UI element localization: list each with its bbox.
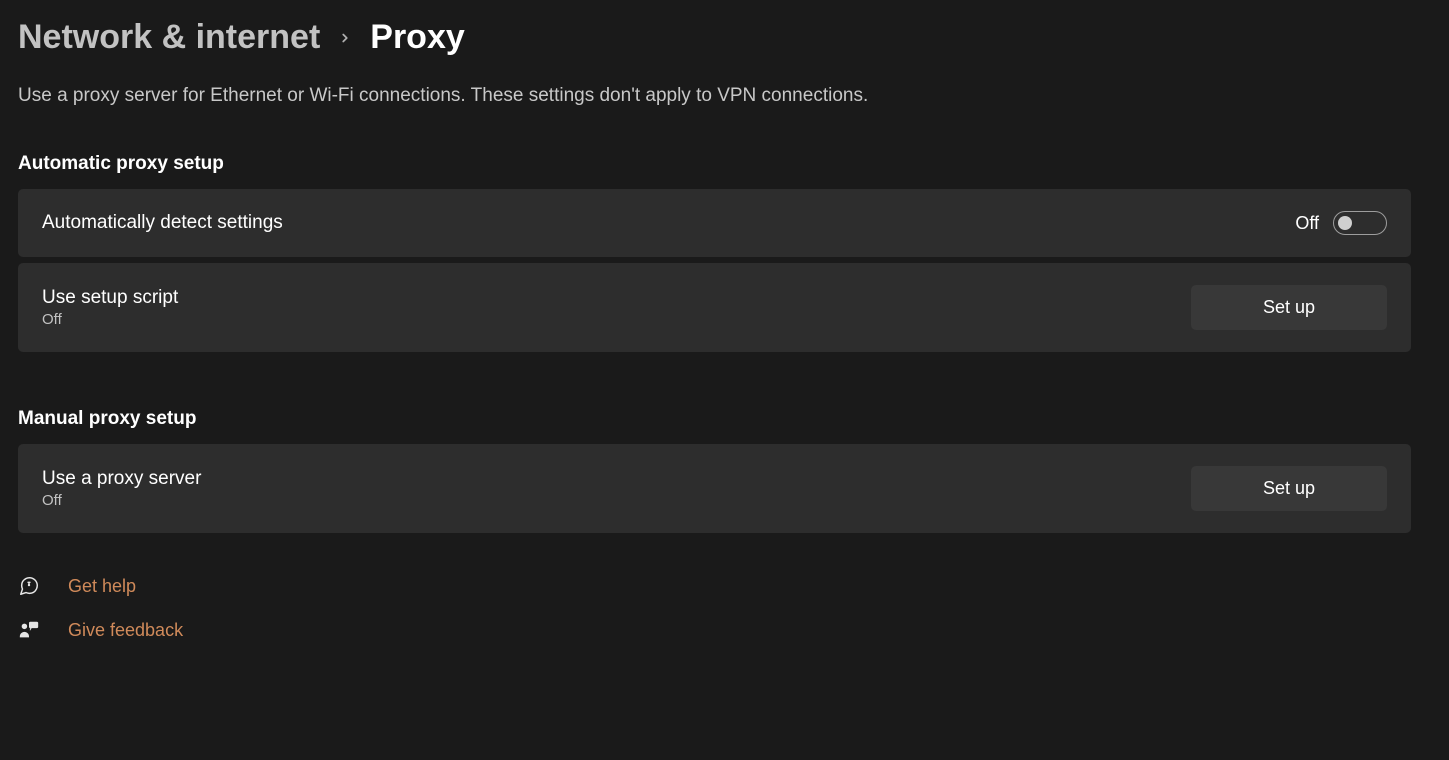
- row-auto-detect-settings[interactable]: Automatically detect settings Off: [18, 189, 1411, 257]
- auto-detect-toggle-group: Off: [1295, 211, 1387, 235]
- footer-links: Get help Give feedback: [18, 575, 1431, 641]
- row-use-setup-script[interactable]: Use setup script Off Set up: [18, 263, 1411, 352]
- breadcrumb: Network & internet Proxy: [18, 18, 1431, 57]
- toggle-knob-icon: [1338, 216, 1352, 230]
- auto-detect-toggle[interactable]: [1333, 211, 1387, 235]
- setup-script-title: Use setup script: [42, 287, 178, 309]
- setup-script-button[interactable]: Set up: [1191, 285, 1387, 330]
- breadcrumb-parent-link[interactable]: Network & internet: [18, 18, 320, 57]
- proxy-server-title: Use a proxy server: [42, 468, 201, 490]
- section-heading-automatic: Automatic proxy setup: [18, 153, 1431, 175]
- row-use-proxy-server[interactable]: Use a proxy server Off Set up: [18, 444, 1411, 533]
- page-description: Use a proxy server for Ethernet or Wi-Fi…: [18, 85, 1431, 107]
- auto-detect-toggle-label: Off: [1295, 213, 1319, 234]
- get-help-link[interactable]: Get help: [18, 575, 1431, 597]
- proxy-server-button[interactable]: Set up: [1191, 466, 1387, 511]
- get-help-label: Get help: [68, 576, 136, 597]
- proxy-server-status: Off: [42, 492, 201, 509]
- setup-script-status: Off: [42, 311, 178, 328]
- section-heading-manual: Manual proxy setup: [18, 408, 1431, 430]
- help-icon: [18, 575, 40, 597]
- breadcrumb-current: Proxy: [370, 18, 465, 57]
- chevron-right-icon: [338, 31, 352, 45]
- auto-detect-title: Automatically detect settings: [42, 212, 283, 234]
- give-feedback-label: Give feedback: [68, 620, 183, 641]
- feedback-icon: [18, 619, 40, 641]
- give-feedback-link[interactable]: Give feedback: [18, 619, 1431, 641]
